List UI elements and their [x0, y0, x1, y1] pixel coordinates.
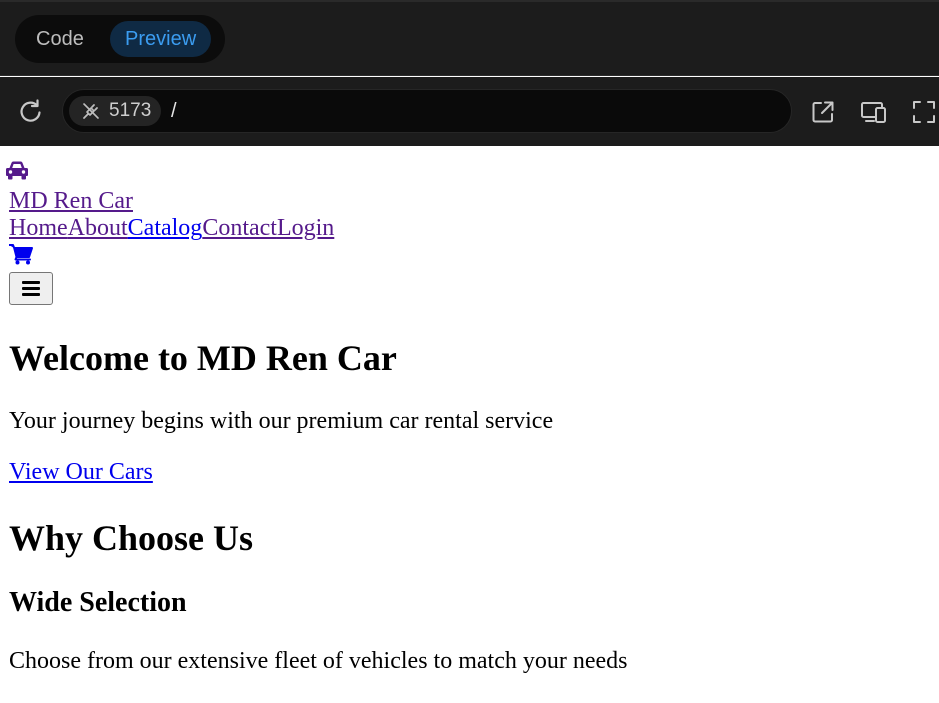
shopping-cart-icon[interactable]	[8, 243, 34, 265]
editor-toolbar: Code Preview	[0, 0, 939, 76]
url-path[interactable]: /	[171, 90, 177, 132]
nav-login[interactable]: Login	[277, 215, 334, 241]
hamburger-menu-icon	[22, 281, 40, 284]
open-external-icon[interactable]	[809, 98, 837, 126]
feature-title: Wide Selection	[9, 587, 187, 618]
main-nav: HomeAboutCatalogContactLogin	[9, 214, 334, 242]
port-number: 5173	[109, 100, 152, 121]
address-bar[interactable]: 5173 /	[62, 89, 792, 133]
preview-page: MD Ren Car HomeAboutCatalogContactLogin …	[0, 146, 939, 703]
fullscreen-icon[interactable]	[910, 98, 938, 126]
hero-title: Welcome to MD Ren Car	[9, 338, 397, 378]
tab-preview[interactable]: Preview	[110, 21, 212, 57]
port-indicator[interactable]: 5173	[69, 96, 161, 126]
brand-link[interactable]: MD Ren Car	[9, 187, 133, 215]
view-mode-toggle: Code Preview	[15, 15, 225, 63]
responsive-devices-icon[interactable]	[860, 98, 888, 126]
car-icon	[6, 161, 28, 180]
preview-address-row: 5173 /	[0, 77, 939, 146]
tab-code[interactable]: Code	[25, 21, 95, 57]
feature-description: Choose from our extensive fleet of vehic…	[9, 648, 628, 674]
features-heading: Why Choose Us	[9, 518, 254, 558]
hamburger-menu-button[interactable]	[9, 272, 53, 305]
nav-catalog[interactable]: Catalog	[128, 215, 203, 241]
nav-contact[interactable]: Contact	[202, 215, 277, 241]
hero-subtitle: Your journey begins with our premium car…	[9, 408, 554, 434]
nav-about[interactable]: About	[68, 215, 128, 241]
reload-icon[interactable]	[17, 97, 45, 125]
view-cars-link[interactable]: View Our Cars	[9, 456, 153, 488]
plug-off-icon	[83, 103, 99, 119]
nav-home[interactable]: Home	[9, 215, 68, 241]
